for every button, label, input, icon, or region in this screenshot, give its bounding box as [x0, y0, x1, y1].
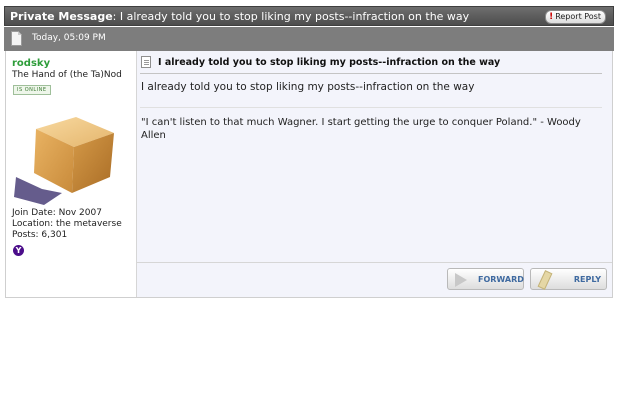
alert-icon: ! — [549, 12, 554, 22]
private-message-post: rodsky The Hand of (the Ta)Nod IS ONLINE — [5, 51, 613, 298]
forward-button[interactable]: FORWARD — [447, 268, 524, 290]
signature-divider — [140, 107, 602, 108]
online-status-badge: IS ONLINE — [13, 85, 51, 95]
report-post-button[interactable]: ! Report Post — [545, 10, 606, 24]
message-title-label: Private Message — [10, 10, 113, 23]
post-action-bar: FORWARD REPLY — [137, 262, 612, 298]
username-link[interactable]: rodsky — [12, 58, 50, 69]
page-icon — [11, 31, 22, 46]
user-join-info: Join Date: Nov 2007 Location: the metave… — [12, 208, 122, 241]
message-title: Private Message: I already told you to s… — [10, 10, 470, 23]
post-title-row: I already told you to stop liking my pos… — [140, 56, 602, 74]
yahoo-messenger-icon[interactable]: Y — [13, 245, 24, 256]
user-signature: "I can't listen to that much Wagner. I s… — [141, 117, 581, 141]
location: Location: the metaverse — [12, 219, 122, 229]
user-title: The Hand of (the Ta)Nod — [12, 70, 122, 80]
report-post-label: Report Post — [555, 12, 601, 21]
user-info-panel: rodsky The Hand of (the Ta)Nod IS ONLINE — [6, 51, 137, 297]
forward-label: FORWARD — [478, 275, 524, 284]
post-title: I already told you to stop liking my pos… — [158, 57, 501, 68]
post-date-bar: Today, 05:09 PM — [4, 27, 614, 51]
pencil-icon — [537, 270, 553, 290]
document-icon — [141, 56, 151, 68]
post-count: Posts: 6,301 — [12, 230, 68, 240]
post-date: Today, 05:09 PM — [32, 33, 106, 43]
message-title-bar: Private Message: I already told you to s… — [4, 6, 614, 26]
post-content: I already told you to stop liking my pos… — [137, 51, 612, 297]
avatar — [14, 117, 114, 205]
reply-label: REPLY — [573, 275, 601, 284]
post-message-body: I already told you to stop liking my pos… — [141, 81, 475, 93]
forward-arrow-icon — [455, 273, 467, 287]
reply-button[interactable]: REPLY — [530, 268, 607, 290]
message-subject: I already told you to stop liking my pos… — [119, 10, 470, 23]
join-date: Join Date: Nov 2007 — [12, 208, 102, 218]
